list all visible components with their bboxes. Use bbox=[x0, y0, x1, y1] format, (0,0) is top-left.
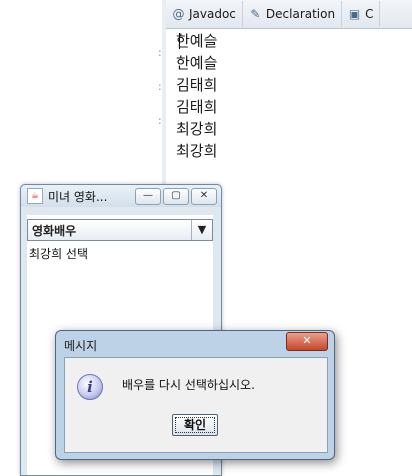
chevron-down-icon[interactable]: ▼ bbox=[191, 220, 212, 240]
javadoc-icon: @ bbox=[172, 7, 185, 21]
minimize-button[interactable]: — bbox=[135, 188, 161, 205]
window-title: 미녀 영화... bbox=[48, 189, 108, 204]
tab-console-label: C bbox=[365, 7, 374, 21]
console-icon: ▣ bbox=[348, 7, 361, 21]
window-controls: — ▢ ✕ bbox=[135, 188, 217, 205]
dialog-message: 배우를 다시 선택하십시오. bbox=[122, 378, 255, 392]
dialog-close-button[interactable]: ✕ bbox=[286, 332, 328, 351]
window-title-bar[interactable]: ☕ 미녀 영화... — ▢ ✕ bbox=[21, 185, 221, 207]
console-line: 김태희 bbox=[176, 98, 218, 116]
console-line: 한예슬 bbox=[176, 32, 218, 50]
tab-declaration-label: Declaration bbox=[265, 7, 336, 21]
ok-button[interactable]: 확인 bbox=[172, 414, 218, 436]
tab-javadoc-label: Javadoc bbox=[189, 7, 236, 21]
console-line: 김태희 bbox=[176, 76, 218, 94]
editor-gutter: ::: bbox=[158, 46, 162, 127]
message-dialog: 메시지 ✕ i 배우를 다시 선택하십시오. 확인 bbox=[55, 330, 335, 460]
close-icon: ✕ bbox=[302, 334, 312, 347]
declaration-icon: ✎ bbox=[250, 7, 261, 21]
information-icon: i bbox=[77, 374, 103, 400]
dialog-body: i 배우를 다시 선택하십시오. 확인 bbox=[64, 357, 328, 453]
actor-select-value: 영화배우 bbox=[32, 224, 77, 238]
actor-select[interactable]: 영화배우 ▼ bbox=[27, 219, 213, 241]
tab-javadoc[interactable]: @ Javadoc bbox=[166, 1, 243, 27]
view-tab-bar: @ Javadoc ✎ Declaration ▣ C bbox=[166, 0, 412, 29]
console-line: 최강희 bbox=[176, 120, 218, 138]
console-line: 최강희 bbox=[176, 142, 218, 160]
selection-result-label: 최강희 선택 bbox=[29, 247, 89, 261]
java-app-icon: ☕ bbox=[27, 188, 43, 204]
console-line: 한예슬 bbox=[176, 54, 218, 72]
tab-declaration[interactable]: ✎ Declaration bbox=[243, 1, 343, 27]
close-button[interactable]: ✕ bbox=[191, 188, 217, 205]
console-output[interactable]: 한예슬 한예슬 김태희 김태희 최강희 최강희 bbox=[176, 30, 406, 162]
maximize-button[interactable]: ▢ bbox=[163, 188, 189, 205]
dialog-title: 메시지 bbox=[64, 339, 98, 353]
tab-console[interactable]: ▣ C bbox=[342, 1, 381, 27]
